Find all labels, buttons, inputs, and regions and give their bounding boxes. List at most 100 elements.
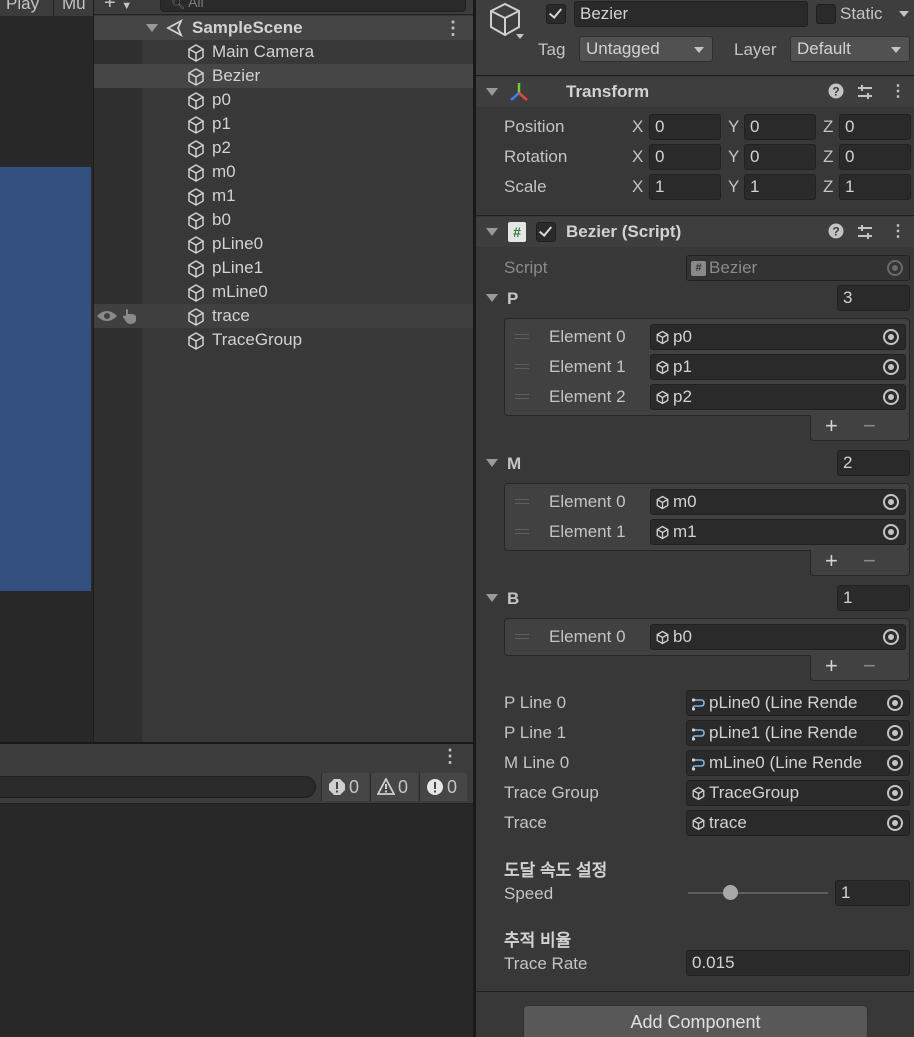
component-menu-button[interactable]: ⋮ bbox=[890, 81, 906, 101]
transform-header[interactable]: Transform ? ⋮ bbox=[476, 77, 914, 107]
object-picker-icon[interactable] bbox=[883, 389, 899, 405]
p-list-size-field[interactable]: 3 bbox=[837, 285, 910, 311]
foldout-icon[interactable] bbox=[486, 294, 498, 302]
hierarchy-item-m0[interactable]: m0 bbox=[94, 160, 474, 184]
help-icon[interactable]: ? bbox=[828, 83, 844, 99]
hierarchy-item-bezier[interactable]: Bezier bbox=[94, 64, 474, 88]
drag-handle-icon[interactable] bbox=[515, 334, 529, 339]
object-picker-icon[interactable] bbox=[883, 359, 899, 375]
drag-handle-icon[interactable] bbox=[515, 529, 529, 534]
object-picker-icon[interactable] bbox=[887, 725, 903, 741]
hierarchy-item-p1[interactable]: p1 bbox=[94, 112, 474, 136]
add-component-button[interactable]: Add Component bbox=[523, 1005, 868, 1037]
m-list-size-field[interactable]: 2 bbox=[837, 450, 910, 476]
element-object-field[interactable]: p0 bbox=[650, 324, 906, 350]
hierarchy-search-input[interactable]: 🔍︎ All bbox=[160, 0, 466, 12]
position-y-field[interactable]: 0 bbox=[744, 114, 816, 140]
play-button[interactable]: Play bbox=[6, 0, 39, 14]
foldout-icon[interactable] bbox=[486, 88, 498, 96]
scene-row[interactable]: SampleScene ⋮ bbox=[94, 16, 474, 40]
scene-menu-button[interactable]: ⋮ bbox=[444, 16, 462, 40]
trace-rate-field[interactable]: 0.015 bbox=[686, 950, 910, 976]
console-menu-button[interactable]: ⋮ bbox=[441, 746, 459, 767]
position-z-field[interactable]: 0 bbox=[839, 114, 911, 140]
speed-slider-track[interactable] bbox=[688, 892, 828, 894]
layer-dropdown[interactable]: Default bbox=[790, 36, 910, 62]
element-object-field[interactable]: p2 bbox=[650, 384, 906, 410]
remove-element-button[interactable]: − bbox=[863, 413, 876, 439]
foldout-icon[interactable] bbox=[486, 459, 498, 467]
list-item[interactable]: Element 0 b0 bbox=[505, 622, 911, 652]
pickable-hand-icon[interactable] bbox=[122, 307, 140, 325]
presets-icon[interactable] bbox=[856, 83, 874, 101]
drag-handle-icon[interactable] bbox=[515, 634, 529, 639]
add-element-button[interactable]: + bbox=[825, 413, 838, 439]
m-line0-field[interactable]: mLine0 (Line Rende bbox=[686, 750, 910, 776]
hierarchy-item-p2[interactable]: p2 bbox=[94, 136, 474, 160]
p-line0-field[interactable]: pLine0 (Line Rende bbox=[686, 690, 910, 716]
object-picker-icon[interactable] bbox=[883, 524, 899, 540]
hierarchy-item-m1[interactable]: m1 bbox=[94, 184, 474, 208]
info-count-toggle[interactable]: 0 bbox=[419, 773, 467, 801]
scale-z-field[interactable]: 1 bbox=[839, 174, 911, 200]
console-search-input[interactable] bbox=[0, 776, 316, 798]
element-object-field[interactable]: m0 bbox=[650, 489, 906, 515]
drag-handle-icon[interactable] bbox=[515, 364, 529, 369]
game-view-render[interactable] bbox=[0, 167, 91, 591]
object-picker-icon[interactable] bbox=[883, 494, 899, 510]
hierarchy-item-pline0[interactable]: pLine0 bbox=[94, 232, 474, 256]
list-item[interactable]: Element 1 p1 bbox=[505, 352, 911, 382]
hierarchy-item-main-camera[interactable]: Main Camera bbox=[94, 40, 474, 64]
error-count-toggle[interactable]: 0 bbox=[321, 773, 369, 801]
object-picker-icon[interactable] bbox=[883, 629, 899, 645]
chevron-down-icon[interactable] bbox=[516, 34, 524, 39]
scale-x-field[interactable]: 1 bbox=[649, 174, 721, 200]
object-picker-icon[interactable] bbox=[887, 815, 903, 831]
add-element-button[interactable]: + bbox=[825, 653, 838, 679]
b-list-size-field[interactable]: 1 bbox=[837, 585, 910, 611]
static-checkbox[interactable] bbox=[816, 4, 836, 24]
rotation-z-field[interactable]: 0 bbox=[839, 144, 911, 170]
tag-dropdown[interactable]: Untagged bbox=[579, 36, 713, 62]
foldout-icon[interactable] bbox=[486, 228, 498, 236]
hierarchy-item-tracegroup[interactable]: TraceGroup bbox=[94, 328, 474, 352]
remove-element-button[interactable]: − bbox=[863, 653, 876, 679]
hierarchy-item-mline0[interactable]: mLine0 bbox=[94, 280, 474, 304]
warning-count-toggle[interactable]: 0 bbox=[370, 773, 418, 801]
position-x-field[interactable]: 0 bbox=[649, 114, 721, 140]
hierarchy-item-pline1[interactable]: pLine1 bbox=[94, 256, 474, 280]
bezier-script-header[interactable]: # Bezier (Script) ? ⋮ bbox=[476, 217, 914, 247]
foldout-icon[interactable] bbox=[486, 594, 498, 602]
object-picker-icon[interactable] bbox=[887, 785, 903, 801]
object-name-field[interactable]: Bezier bbox=[574, 1, 808, 27]
scale-y-field[interactable]: 1 bbox=[744, 174, 816, 200]
object-picker-icon[interactable] bbox=[887, 755, 903, 771]
add-object-button[interactable]: + ▼ bbox=[104, 0, 132, 15]
mute-audio-button[interactable]: Mu bbox=[62, 0, 86, 14]
p-line1-field[interactable]: pLine1 (Line Rende bbox=[686, 720, 910, 746]
presets-icon[interactable] bbox=[856, 223, 874, 241]
rotation-x-field[interactable]: 0 bbox=[649, 144, 721, 170]
hierarchy-item-trace[interactable]: trace bbox=[94, 304, 474, 328]
drag-handle-icon[interactable] bbox=[515, 499, 529, 504]
hierarchy-item-b0[interactable]: b0 bbox=[94, 208, 474, 232]
object-picker-icon[interactable] bbox=[887, 695, 903, 711]
element-object-field[interactable]: b0 bbox=[650, 624, 906, 650]
list-item[interactable]: Element 1 m1 bbox=[505, 517, 911, 547]
hierarchy-item-p0[interactable]: p0 bbox=[94, 88, 474, 112]
trace-field[interactable]: trace bbox=[686, 810, 910, 836]
help-icon[interactable]: ? bbox=[828, 223, 844, 239]
trace-group-field[interactable]: TraceGroup bbox=[686, 780, 910, 806]
component-menu-button[interactable]: ⋮ bbox=[890, 221, 906, 241]
gameobject-cube-icon[interactable] bbox=[488, 2, 522, 38]
drag-handle-icon[interactable] bbox=[515, 394, 529, 399]
component-enabled-checkbox[interactable] bbox=[536, 222, 556, 242]
visibility-eye-icon[interactable] bbox=[96, 309, 118, 323]
object-picker-icon[interactable] bbox=[883, 329, 899, 345]
foldout-icon[interactable] bbox=[146, 24, 158, 32]
rotation-y-field[interactable]: 0 bbox=[744, 144, 816, 170]
active-checkbox[interactable] bbox=[546, 4, 566, 24]
element-object-field[interactable]: p1 bbox=[650, 354, 906, 380]
static-dropdown-icon[interactable] bbox=[899, 11, 909, 17]
list-item[interactable]: Element 0 p0 bbox=[505, 322, 911, 352]
